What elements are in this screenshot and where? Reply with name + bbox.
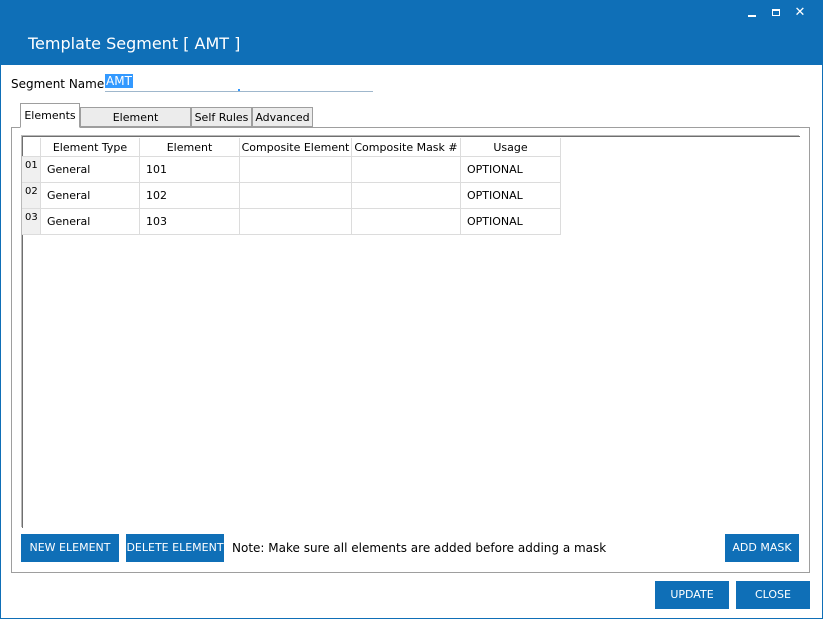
cell-composite-element[interactable]: [239, 208, 352, 235]
column-header-element[interactable]: Element: [139, 138, 240, 157]
maximize-icon[interactable]: [767, 4, 785, 22]
grid-top-border: [22, 136, 800, 137]
update-button[interactable]: UPDATE: [655, 581, 729, 609]
table-row[interactable]: 01 General 101 OPTIONAL: [22, 156, 561, 183]
tab-elements[interactable]: Elements: [20, 103, 80, 128]
cell-element[interactable]: 103: [139, 208, 240, 235]
segment-name-input[interactable]: AMT: [105, 73, 373, 92]
tab-advanced[interactable]: Advanced: [252, 107, 313, 127]
cell-composite-mask[interactable]: [351, 156, 461, 183]
column-header-composite-element[interactable]: Composite Element: [239, 138, 352, 157]
cell-element-type[interactable]: General: [40, 156, 140, 183]
table-row[interactable]: 02 General 102 OPTIONAL: [22, 182, 561, 209]
template-segment-window: ✕ Template Segment [ AMT ] Segment Name …: [0, 0, 823, 619]
cell-element[interactable]: 101: [139, 156, 240, 183]
elements-grid[interactable]: Element Type Element Composite Element C…: [21, 135, 800, 528]
close-icon[interactable]: ✕: [791, 4, 809, 22]
tab-element-constraints[interactable]: Element Constraints: [80, 107, 191, 143]
new-element-button[interactable]: NEW ELEMENT: [21, 534, 119, 562]
table-row[interactable]: 03 General 103 OPTIONAL: [22, 208, 561, 235]
cell-usage[interactable]: OPTIONAL: [460, 208, 561, 235]
cell-usage[interactable]: OPTIONAL: [460, 156, 561, 183]
row-number[interactable]: 02: [22, 182, 41, 209]
row-number[interactable]: 01: [22, 156, 41, 183]
column-header-composite-mask[interactable]: Composite Mask #: [351, 138, 461, 157]
close-button[interactable]: CLOSE: [736, 581, 810, 609]
cell-composite-mask[interactable]: [351, 208, 461, 235]
cell-element-type[interactable]: General: [40, 182, 140, 209]
mask-note: Note: Make sure all elements are added b…: [232, 541, 607, 555]
row-number[interactable]: 03: [22, 208, 41, 235]
segment-name-label: Segment Name: [11, 77, 105, 91]
cell-element-type[interactable]: General: [40, 208, 140, 235]
column-header-element-type[interactable]: Element Type: [40, 138, 140, 157]
segment-name-value: AMT: [105, 74, 133, 88]
add-mask-button[interactable]: ADD MASK: [725, 534, 799, 562]
minimize-icon[interactable]: [743, 4, 761, 22]
cell-composite-element[interactable]: [239, 182, 352, 209]
cell-composite-mask[interactable]: [351, 182, 461, 209]
title-bar: Template Segment [ AMT ]: [1, 25, 822, 65]
column-header-usage[interactable]: Usage: [460, 138, 561, 157]
delete-element-button[interactable]: DELETE ELEMENT: [126, 534, 224, 562]
cell-usage[interactable]: OPTIONAL: [460, 182, 561, 209]
elements-table: Element Type Element Composite Element C…: [22, 138, 561, 235]
tab-self-rules[interactable]: Self Rules: [191, 107, 252, 127]
text-caret: [238, 89, 240, 91]
window-title: Template Segment [ AMT ]: [28, 34, 241, 53]
table-header-row: Element Type Element Composite Element C…: [22, 138, 561, 157]
cell-composite-element[interactable]: [239, 156, 352, 183]
window-top-bar: ✕: [1, 1, 822, 25]
cell-element[interactable]: 102: [139, 182, 240, 209]
row-header-corner: [22, 138, 41, 157]
